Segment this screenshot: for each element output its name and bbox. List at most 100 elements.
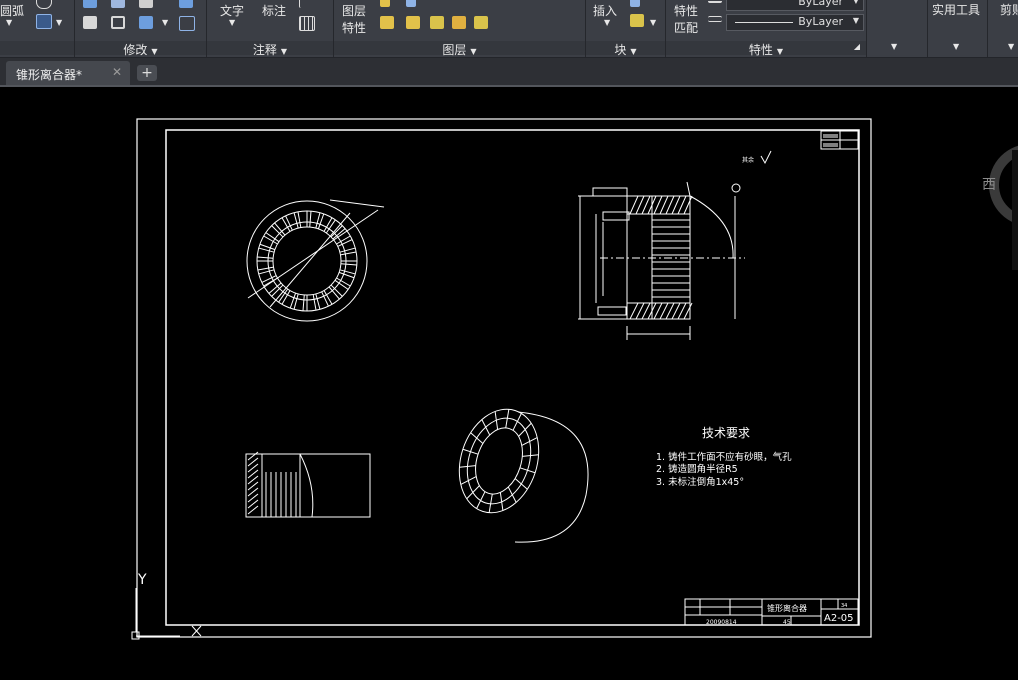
edit-block-icon[interactable]	[630, 14, 644, 27]
annotation-panel-title[interactable]: 注释 ▼	[207, 41, 333, 57]
create-block-icon[interactable]	[630, 0, 640, 7]
drawing-line	[519, 467, 536, 474]
dimension-button[interactable]: 标注	[262, 2, 286, 19]
insert-dropdown-icon[interactable]: ▼	[604, 18, 610, 27]
drawing-line	[462, 448, 479, 455]
table-icon[interactable]	[299, 16, 315, 31]
drawing-line	[257, 266, 274, 271]
layer-walk-icon[interactable]	[452, 16, 466, 29]
leader-icon[interactable]	[299, 0, 306, 8]
title-block-student-no: 20090814	[706, 619, 737, 626]
new-tab-button[interactable]: +	[137, 65, 157, 81]
tech-requirement-2: 2. 铸造圆角半径R5	[656, 463, 738, 475]
layer-properties-button[interactable]: 图层	[342, 2, 366, 19]
layer-properties-label-2[interactable]: 特性	[342, 19, 366, 36]
drawing-line	[297, 211, 302, 228]
stretch-icon[interactable]	[111, 0, 125, 8]
array-icon[interactable]	[139, 16, 153, 29]
drawing-line	[293, 212, 299, 229]
ribbon: 圆弧 ▼ ▼ ▼ 修改 ▼ 文字 ▼ 标注 注释 ▼ 图层 特性 图层 ▼ 插入…	[0, 0, 1018, 58]
layer-merge-icon[interactable]	[474, 16, 488, 29]
match-properties-label-2[interactable]: 匹配	[674, 19, 698, 36]
arc-dropdown-icon[interactable]: ▼	[6, 18, 12, 27]
drawing-canvas[interactable]: 其余 技术要求 1. 铸件工作面不应有砂眼，气孔 2. 铸造圆角半径R5 3. …	[0, 87, 1018, 676]
file-tab-active[interactable]: 锥形离合器* ✕	[6, 61, 130, 85]
top-right-table	[820, 130, 859, 150]
side-section-hatch	[247, 451, 259, 515]
layer-isolate-icon[interactable]	[380, 0, 390, 7]
viewcube[interactable]	[989, 145, 1018, 270]
properties-panel-title[interactable]: 特性 ▼ ◢	[666, 41, 866, 57]
drawing-line	[481, 419, 491, 436]
isometric-teeth	[459, 409, 539, 513]
chevron-down-icon: ▼	[852, 16, 859, 25]
move-icon[interactable]	[83, 0, 97, 8]
layer-freeze-icon[interactable]	[406, 16, 420, 29]
annotation-panel: 文字 ▼ 标注 注释 ▼	[207, 0, 334, 57]
scale-icon[interactable]	[111, 16, 125, 29]
region-icon[interactable]	[36, 14, 52, 29]
modify-panel: ▼ 修改 ▼	[75, 0, 207, 57]
linetype-icon	[708, 16, 722, 22]
sheet-inner-border	[165, 129, 860, 626]
layers-panel-title[interactable]: 图层 ▼	[334, 41, 585, 57]
drawing-line	[309, 211, 312, 228]
insert-block-button[interactable]: 插入	[593, 2, 617, 19]
circle-icon[interactable]	[36, 0, 52, 9]
properties-panel: 特性 匹配 ByLayer ▼ ByLayer ▼ 特性 ▼ ◢	[666, 0, 867, 57]
linetype-preview	[735, 22, 793, 23]
draw-panel-title[interactable]	[0, 41, 74, 55]
drawing-line	[514, 478, 528, 490]
lineweight-icon	[708, 0, 722, 3]
drawing-line	[257, 256, 274, 259]
clipboard-dropdown-icon[interactable]: ▼	[1008, 42, 1014, 51]
modify-panel-title[interactable]: 修改 ▼	[75, 41, 206, 57]
array-dropdown-icon[interactable]: ▼	[162, 18, 168, 27]
text-button[interactable]: 文字	[220, 2, 244, 19]
groups-dropdown-icon[interactable]: ▼	[891, 42, 897, 51]
block-panel-title[interactable]: 块 ▼	[586, 41, 665, 57]
match-properties-button[interactable]: 特性	[674, 2, 698, 19]
drawing-line	[265, 232, 280, 243]
drawing-svg: 其余 技术要求 1. 铸件工作面不应有砂眼，气孔 2. 铸造圆角半径R5 3. …	[131, 118, 1018, 640]
arc-button[interactable]: 圆弧	[0, 2, 24, 19]
side-section-view	[245, 451, 371, 518]
edit-block-dropdown-icon[interactable]: ▼	[650, 18, 656, 27]
region-dropdown-icon[interactable]: ▼	[56, 18, 62, 27]
side-section-teeth	[265, 472, 297, 517]
utilities-button[interactable]: 实用工具	[932, 1, 980, 18]
drawing-line	[518, 422, 532, 437]
clipboard-button[interactable]: 剪贴	[1000, 1, 1018, 18]
isometric-view	[458, 408, 589, 543]
front-view-teeth	[257, 211, 357, 311]
close-icon[interactable]: ✕	[112, 65, 122, 79]
draw-panel: 圆弧 ▼ ▼	[0, 0, 75, 57]
trim-icon[interactable]	[139, 0, 153, 8]
roughness-symbol-icon	[760, 150, 772, 165]
drawing-line	[334, 279, 349, 290]
layer-lock-icon[interactable]	[430, 16, 444, 29]
drawing-line	[470, 432, 484, 444]
block-panel: 插入 ▼ ▼ 块 ▼	[586, 0, 666, 57]
drawing-line	[315, 293, 321, 310]
text-dropdown-icon[interactable]: ▼	[229, 18, 235, 27]
explode-icon[interactable]	[179, 0, 193, 8]
drawing-line	[476, 491, 486, 509]
title-block-material: 45	[783, 619, 791, 626]
drawing-line	[340, 263, 357, 266]
viewcube-west-label[interactable]: 西	[982, 177, 996, 193]
panel-launcher-icon[interactable]: ◢	[854, 42, 860, 51]
file-tab-bar: 锥形离合器* ✕ +	[0, 58, 1018, 87]
layer-match-icon[interactable]	[380, 16, 394, 29]
color-select[interactable]: ByLayer ▼	[726, 0, 864, 11]
groups-panel: ▼	[867, 0, 928, 57]
copy-icon[interactable]	[83, 16, 97, 29]
linetype-select[interactable]: ByLayer ▼	[726, 14, 864, 31]
utilities-dropdown-icon[interactable]: ▼	[953, 42, 959, 51]
drawing-line	[466, 485, 480, 500]
drawing-line	[340, 251, 357, 256]
title-block-drawing-no: A2-05	[824, 613, 854, 624]
layer-off-icon[interactable]	[406, 0, 416, 7]
chevron-down-icon: ▼	[852, 0, 859, 5]
offset-icon[interactable]	[179, 16, 195, 31]
